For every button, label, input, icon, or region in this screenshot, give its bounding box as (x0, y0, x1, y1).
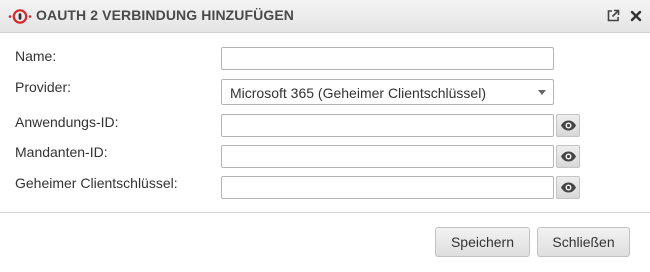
footer-divider (0, 212, 650, 213)
name-input[interactable] (221, 47, 554, 70)
oauth-dialog: OAUTH 2 VERBINDUNG HINZUFÜGEN Name: Prov… (0, 0, 650, 272)
row-name: Name: (0, 46, 650, 72)
row-provider: Provider: Microsoft 365 (Geheimer Client… (0, 78, 650, 105)
row-application-id: Anwendungs-ID: (0, 113, 650, 139)
provider-selected-value: Microsoft 365 (Geheimer Clientschlüssel) (230, 85, 486, 101)
show-tenant-id-button[interactable] (556, 145, 580, 168)
eye-icon (561, 151, 576, 162)
eye-icon (561, 182, 576, 193)
row-tenant-id: Mandanten-ID: (0, 144, 650, 170)
client-secret-input[interactable] (221, 176, 554, 199)
dialog-titlebar: OAUTH 2 VERBINDUNG HINZUFÜGEN (0, 0, 650, 33)
show-client-secret-button[interactable] (556, 176, 580, 199)
row-client-secret: Geheimer Clientschlüssel: (0, 175, 650, 201)
logo-icon (8, 9, 32, 24)
application-id-input[interactable] (221, 114, 554, 137)
save-button[interactable]: Speichern (435, 227, 530, 257)
external-link-icon[interactable] (606, 9, 620, 23)
tenant-id-label: Mandanten-ID: (15, 144, 108, 160)
show-application-id-button[interactable] (556, 114, 580, 137)
provider-select[interactable]: Microsoft 365 (Geheimer Clientschlüssel) (221, 79, 554, 105)
provider-label: Provider: (15, 79, 72, 95)
close-icon[interactable] (629, 9, 643, 23)
client-secret-label: Geheimer Clientschlüssel: (15, 175, 178, 191)
close-button[interactable]: Schließen (537, 227, 630, 257)
eye-icon (561, 120, 576, 131)
name-label: Name: (15, 48, 57, 64)
dialog-title: OAUTH 2 VERBINDUNG HINZUFÜGEN (36, 7, 295, 23)
chevron-down-icon (538, 90, 546, 95)
application-id-label: Anwendungs-ID: (15, 114, 119, 130)
tenant-id-input[interactable] (221, 145, 554, 168)
